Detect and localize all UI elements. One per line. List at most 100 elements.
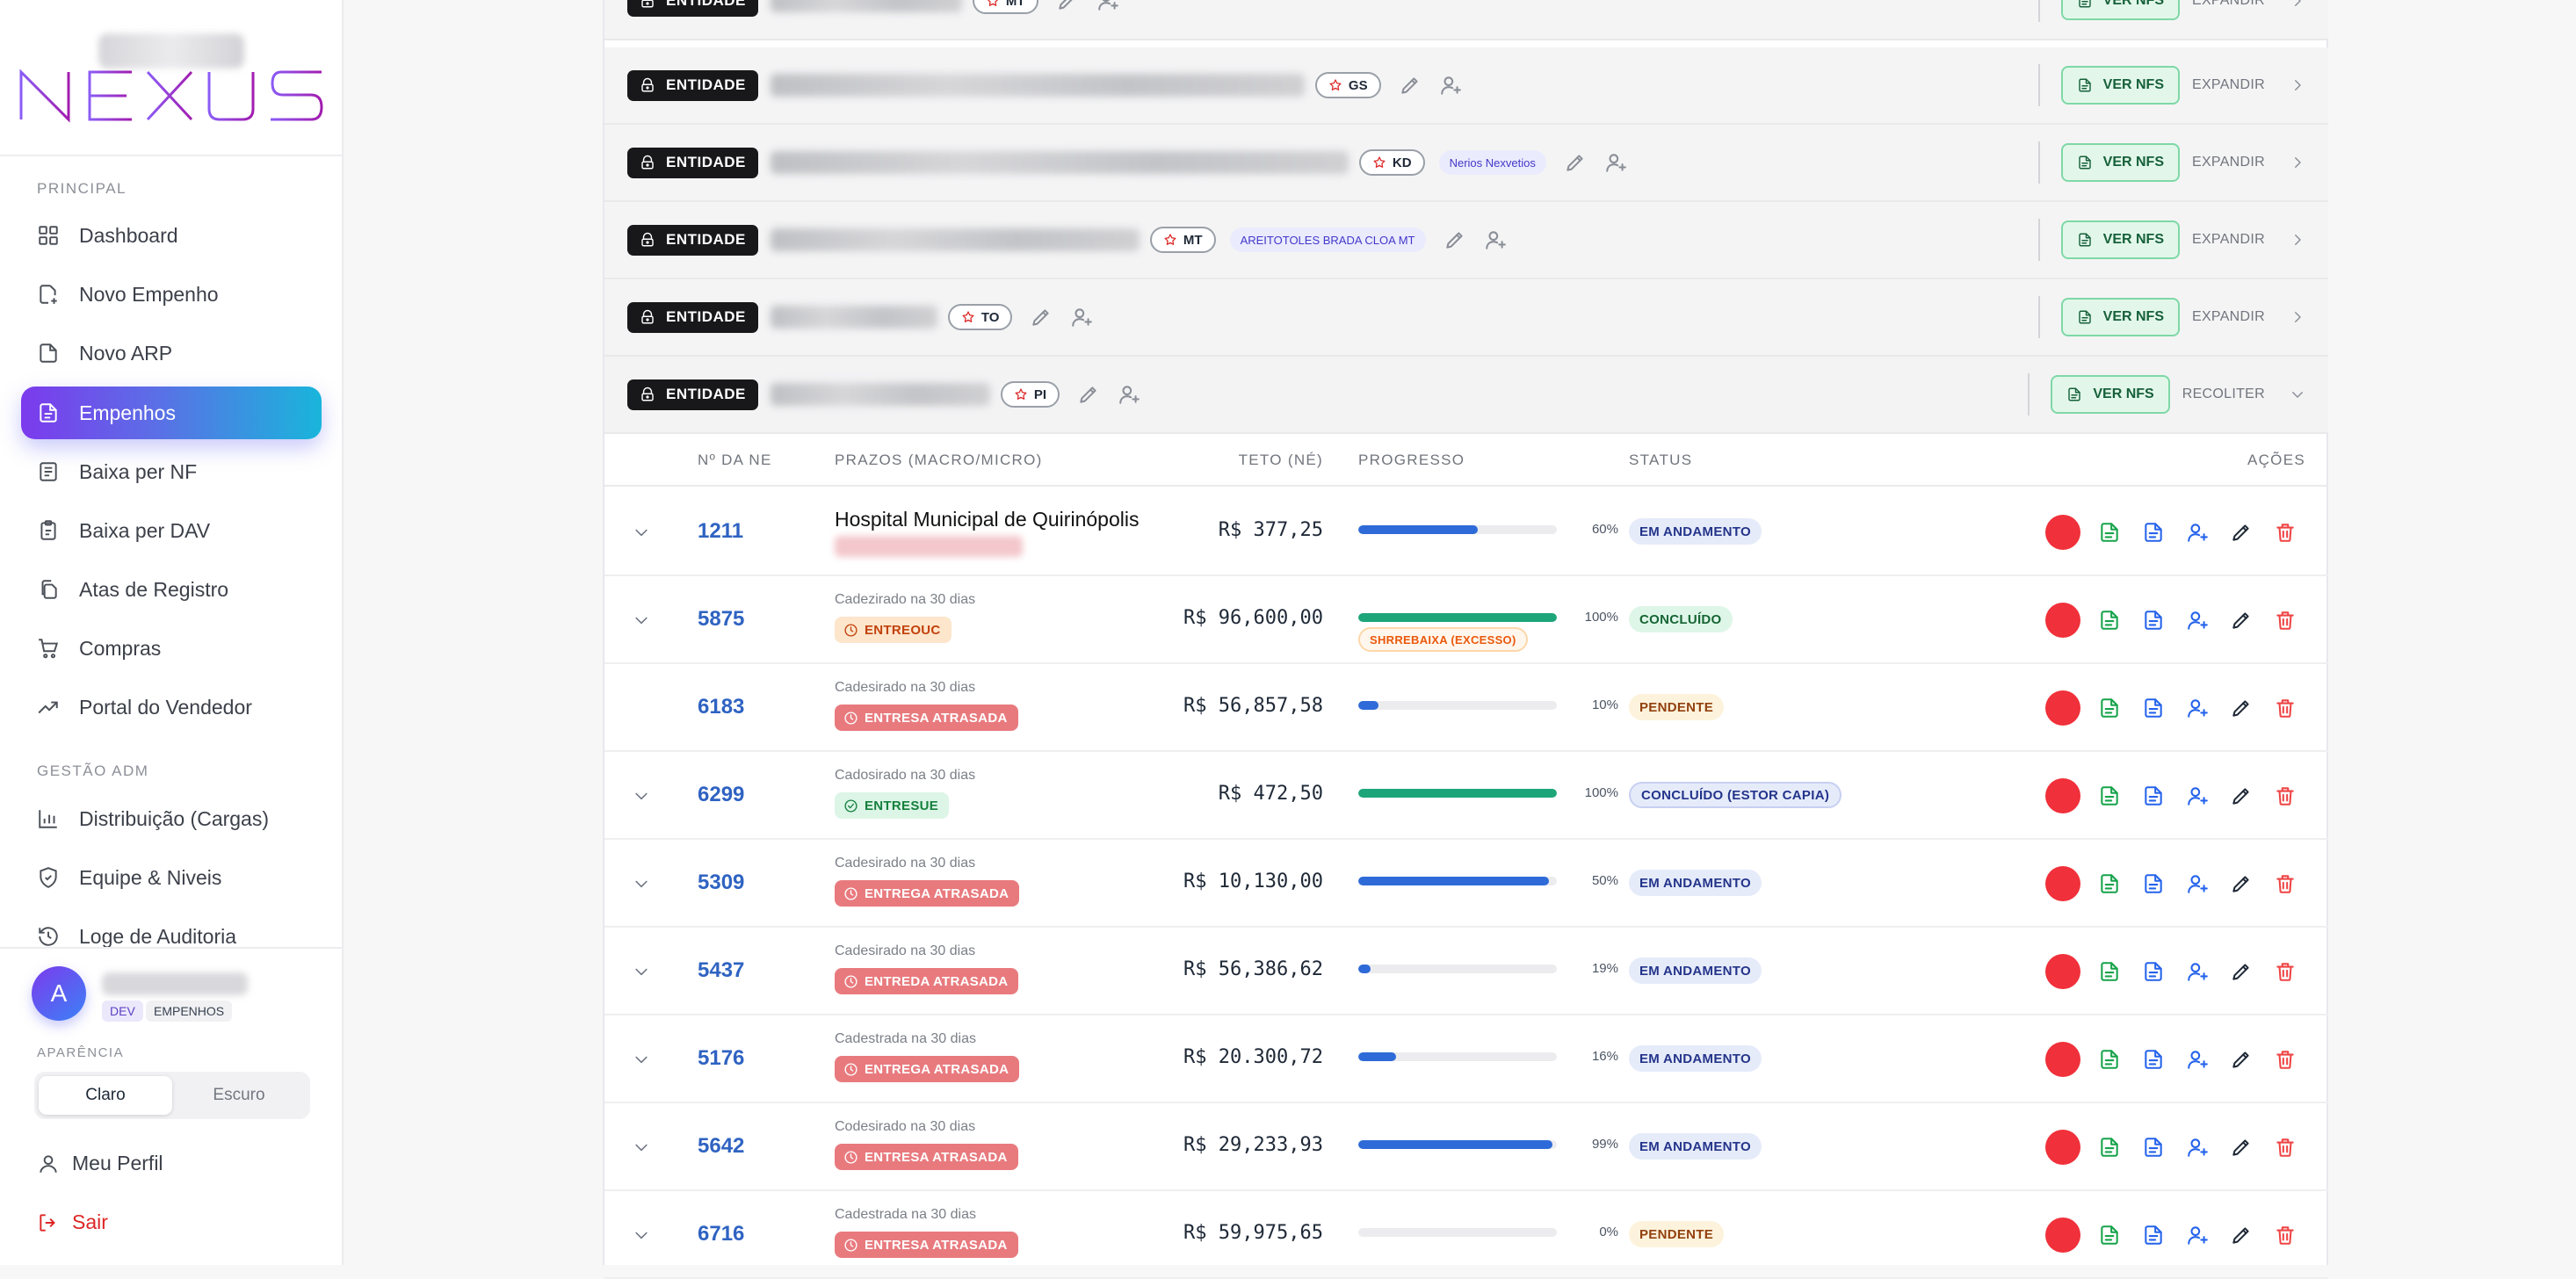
assign-user-icon[interactable] (2186, 784, 2209, 807)
chevron-down-icon[interactable] (633, 1138, 650, 1156)
edit-icon[interactable] (1077, 383, 1100, 406)
trash-icon[interactable] (2274, 872, 2297, 895)
expand-button[interactable]: EXPANDIR (2192, 155, 2265, 170)
edit-icon[interactable] (1564, 151, 1587, 174)
expand-button[interactable]: EXPANDIR (2192, 232, 2265, 248)
table-row[interactable]: 5309 Cadesirado na 30 dias ENTREGA ATRASAD… (604, 840, 2328, 928)
trash-icon[interactable] (2274, 960, 2297, 983)
edit-icon[interactable] (1399, 74, 1422, 97)
view-nf-icon[interactable] (2098, 1048, 2121, 1071)
table-row[interactable]: 1211 Hospital Municipal de Quirinópolis R$… (604, 488, 2328, 576)
edit-icon[interactable] (1056, 0, 1079, 12)
trash-icon[interactable] (2274, 1224, 2297, 1246)
edit-icon[interactable] (2230, 609, 2253, 632)
logout-link[interactable]: Sair (37, 1210, 108, 1234)
ne-number-link[interactable]: 6183 (698, 695, 744, 719)
view-nf-icon[interactable] (2098, 609, 2121, 632)
ne-number-link[interactable]: 5437 (698, 958, 744, 983)
nav-empenhos[interactable]: Empenhos (21, 387, 322, 439)
edit-icon[interactable] (2230, 960, 2253, 983)
expand-button[interactable]: EXPANDIR (2192, 309, 2265, 325)
edit-icon[interactable] (2230, 1048, 2253, 1071)
table-row[interactable]: 6299 Cadosirado na 30 dias ENTRESUE R$ 472,… (604, 752, 2328, 840)
nav-compras[interactable]: Compras (21, 622, 322, 675)
ver-nfs-button[interactable]: VER NFS (2060, 143, 2180, 182)
assign-user-icon[interactable] (2186, 521, 2209, 544)
nav-equipe[interactable]: Equipe & Niveis (21, 851, 322, 904)
edit-icon[interactable] (1030, 306, 1053, 329)
edit-icon[interactable] (1444, 228, 1466, 251)
nav-novo-empenho[interactable]: Novo Empenho (21, 268, 322, 321)
table-row[interactable]: 6716 Cadestrada na 30 dias ENTRESA ATRASAD… (604, 1191, 2328, 1279)
table-row[interactable]: 5176 Cadestrada na 30 dias ENTREGA ATRASAD… (604, 1015, 2328, 1103)
chevron-down-icon[interactable] (633, 1226, 650, 1244)
trash-icon[interactable] (2274, 697, 2297, 719)
view-document-icon[interactable] (2142, 697, 2165, 719)
chevron-down-icon[interactable] (633, 787, 650, 805)
avatar[interactable]: A (32, 966, 86, 1021)
chevron-down-icon[interactable] (633, 524, 650, 541)
ver-nfs-button[interactable]: VER NFS (2060, 220, 2180, 259)
assign-user-icon[interactable] (2186, 960, 2209, 983)
assign-user-icon[interactable] (1604, 151, 1627, 174)
status-indicator-button[interactable] (2045, 603, 2080, 638)
view-nf-icon[interactable] (2098, 521, 2121, 544)
assign-user-icon[interactable] (1484, 228, 1507, 251)
view-document-icon[interactable] (2142, 1048, 2165, 1071)
status-indicator-button[interactable] (2045, 1218, 2080, 1253)
view-nf-icon[interactable] (2098, 872, 2121, 895)
status-indicator-button[interactable] (2045, 1042, 2080, 1077)
trash-icon[interactable] (2274, 609, 2297, 632)
view-document-icon[interactable] (2142, 1224, 2165, 1246)
expand-button[interactable]: EXPANDIR (2192, 0, 2265, 9)
edit-icon[interactable] (2230, 521, 2253, 544)
entity-row[interactable]: ENTIDADE PI VER NFS RECOLITER (604, 357, 2328, 434)
collapse-button[interactable]: RECOLITER (2182, 387, 2265, 402)
ne-number-link[interactable]: 6716 (698, 1222, 744, 1246)
view-nf-icon[interactable] (2098, 1136, 2121, 1159)
profile-link[interactable]: Meu Perfil (37, 1152, 163, 1175)
assign-user-icon[interactable] (1070, 306, 1093, 329)
chevron-down-icon[interactable] (633, 1051, 650, 1068)
nav-novo-arp[interactable]: Novo ARP (21, 327, 322, 379)
ne-number-link[interactable]: 6299 (698, 783, 744, 807)
assign-user-icon[interactable] (2186, 872, 2209, 895)
ne-number-link[interactable]: 5642 (698, 1134, 744, 1159)
assign-user-icon[interactable] (2186, 1048, 2209, 1071)
nav-atas-registro[interactable]: Atas de Registro (21, 563, 322, 616)
assign-user-icon[interactable] (1439, 74, 1462, 97)
theme-light-button[interactable]: Claro (39, 1076, 172, 1115)
ver-nfs-button[interactable]: VER NFS (2060, 298, 2180, 336)
trash-icon[interactable] (2274, 784, 2297, 807)
edit-icon[interactable] (2230, 1224, 2253, 1246)
nexus-logo[interactable] (19, 69, 325, 123)
status-indicator-button[interactable] (2045, 690, 2080, 726)
status-indicator-button[interactable] (2045, 515, 2080, 550)
entity-row[interactable]: ENTIDADE GS VER NFS EXPANDIR (604, 47, 2328, 125)
status-indicator-button[interactable] (2045, 778, 2080, 813)
assign-user-icon[interactable] (1096, 0, 1119, 12)
trash-icon[interactable] (2274, 521, 2297, 544)
assign-user-icon[interactable] (2186, 1136, 2209, 1159)
nav-baixa-nf[interactable]: Baixa per NF (21, 445, 322, 498)
view-document-icon[interactable] (2142, 609, 2165, 632)
nav-portal-vendedor[interactable]: Portal do Vendedor (21, 681, 322, 733)
ne-number-link[interactable]: 5309 (698, 871, 744, 895)
view-document-icon[interactable] (2142, 1136, 2165, 1159)
edit-icon[interactable] (2230, 784, 2253, 807)
ne-number-link[interactable]: 5875 (698, 607, 744, 632)
status-indicator-button[interactable] (2045, 866, 2080, 901)
ne-number-link[interactable]: 1211 (698, 519, 743, 544)
view-nf-icon[interactable] (2098, 960, 2121, 983)
chevron-down-icon[interactable] (633, 963, 650, 980)
assign-user-icon[interactable] (2186, 697, 2209, 719)
assign-user-icon[interactable] (2186, 609, 2209, 632)
nav-baixa-dav[interactable]: Baixa per DAV (21, 504, 322, 557)
view-document-icon[interactable] (2142, 521, 2165, 544)
edit-icon[interactable] (2230, 872, 2253, 895)
ver-nfs-button[interactable]: VER NFS (2051, 375, 2170, 414)
edit-icon[interactable] (2230, 697, 2253, 719)
entity-row[interactable]: ENTIDADE MT VER NFS EXPANDIR (604, 0, 2328, 40)
nav-dashboard[interactable]: Dashboard (21, 209, 322, 262)
view-document-icon[interactable] (2142, 872, 2165, 895)
